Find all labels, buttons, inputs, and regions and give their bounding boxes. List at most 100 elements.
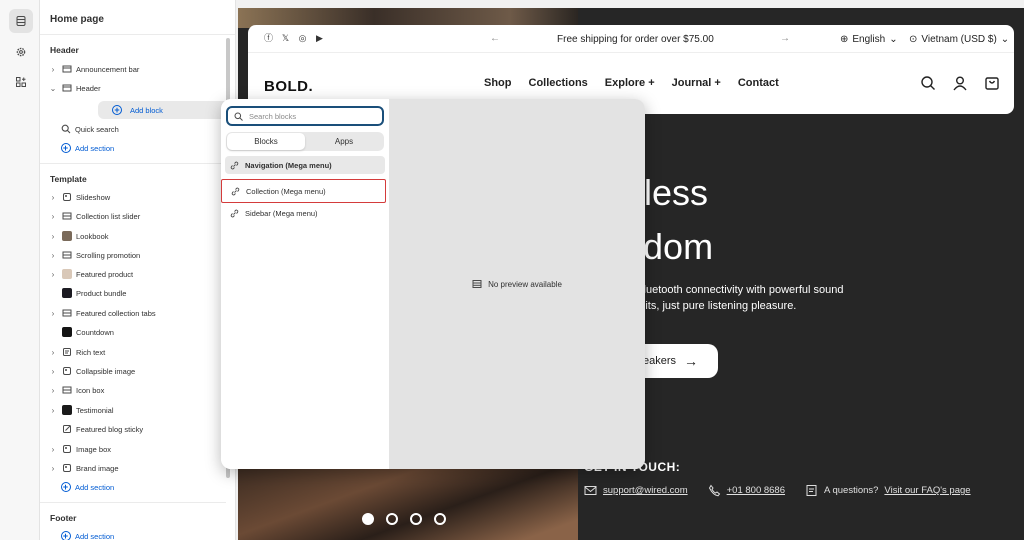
apps-rail-button[interactable] [9,70,33,94]
section-label: Product bundle [76,288,127,298]
settings-rail-button[interactable] [9,40,33,64]
arrow-left-icon[interactable]: ← [490,33,500,44]
menu-item-collections[interactable]: Collections [529,77,588,89]
section-featured-collection-tabs[interactable]: › Featured collection tabs [48,304,224,322]
slide-dot[interactable] [410,513,422,525]
chevron-down-icon: ⌄ [1000,34,1010,45]
section-featured-blog-sticky[interactable]: Featured blog sticky [61,420,235,438]
search-icon [234,112,243,121]
arrow-right-icon[interactable]: → [780,33,790,44]
add-section-footer-button[interactable]: + Add section [60,527,235,540]
sections-sidebar: Home page Header › Announcement bar ⌄ He… [40,0,236,540]
section-product-bundle[interactable]: Product bundle [61,284,235,302]
gear-icon [16,47,26,57]
menu-item-contact[interactable]: Contact [738,77,779,89]
faq-link[interactable]: Visit our FAQ's page [884,485,970,496]
section-rich-text[interactable]: › Rich text [48,343,224,361]
chevron-down-icon: ⌄ [889,34,898,45]
chevron-down-icon[interactable]: ⌄ [48,84,58,93]
add-section-header-button[interactable]: + Add section [60,139,235,157]
chevron-right-icon[interactable]: › [48,193,58,202]
section-lookbook[interactable]: › Lookbook [48,227,224,245]
questions-text: A questions? [824,485,879,496]
slide-dot[interactable] [434,513,446,525]
block-option-label: Navigation (Mega menu) [245,160,332,170]
section-scrolling-promotion[interactable]: › Scrolling promotion [48,246,224,264]
chevron-right-icon[interactable]: › [48,464,58,473]
block-option-collection[interactable]: Collection (Mega menu) [221,179,386,203]
chevron-right-icon[interactable]: › [48,212,58,221]
language-label: English [852,34,886,45]
youtube-icon[interactable]: ▶ [315,34,324,43]
contact-row: support@wired.com +01 800 8686 A questio… [584,484,971,497]
section-slideshow[interactable]: › Slideshow [48,188,224,206]
facebook-icon[interactable]: ⓕ [264,34,273,43]
section-image-box[interactable]: › Image box [48,440,224,458]
x-icon[interactable]: 𝕏 [281,34,290,43]
hero-image [238,466,578,540]
search-blocks-input[interactable] [249,111,369,121]
search-blocks-field[interactable] [226,106,384,126]
phone-icon [708,484,720,497]
section-label: Lookbook [76,231,109,241]
phone-link[interactable]: +01 800 8686 [727,485,785,496]
tab-blocks[interactable]: Blocks [227,133,305,150]
section-testimonial[interactable]: › Testimonial [48,401,224,419]
section-brand-image[interactable]: › Brand image [48,459,224,477]
chevron-right-icon[interactable]: › [48,348,58,357]
add-block-button[interactable]: + Add block [98,101,235,119]
sections-rail-button[interactable] [9,9,33,33]
section-countdown[interactable]: Countdown [61,323,235,341]
instagram-icon[interactable]: ◎ [298,34,307,43]
apps-icon [16,77,26,87]
chevron-right-icon[interactable]: › [48,445,58,454]
section-label: Image box [76,444,112,454]
template-group-label: Template [50,174,87,184]
block-option-sidebar[interactable]: Sidebar (Mega menu) [225,204,385,222]
chevron-right-icon[interactable]: › [48,251,58,260]
add-section-template-button[interactable]: + Add section [60,478,235,496]
chevron-right-icon[interactable]: › [48,309,58,318]
slideshow-icon [61,192,72,203]
section-featured-product[interactable]: › Featured product [48,265,224,283]
store-logo[interactable]: BOLD. [264,78,313,95]
slide-dot[interactable] [362,513,374,525]
chevron-right-icon[interactable]: › [48,367,58,376]
cart-icon[interactable] [984,75,1000,91]
block-option-navigation[interactable]: Navigation (Mega menu) [225,156,385,174]
chevron-right-icon[interactable]: › [48,270,58,279]
block-quick-search[interactable]: Quick search [60,120,214,138]
social-links: ⓕ 𝕏 ◎ ▶ [264,34,324,43]
section-label: Scrolling promotion [76,250,141,260]
section-collection-list-slider[interactable]: › Collection list slider [48,207,224,225]
chevron-right-icon[interactable]: › [48,386,58,395]
chevron-right-icon[interactable]: › [48,232,58,241]
featured-product-thumbnail [61,269,72,280]
section-header[interactable]: ⌄ Header [48,79,224,97]
link-icon [231,187,240,195]
document-icon [806,485,817,496]
account-icon[interactable] [952,75,968,91]
slide-dot[interactable] [386,513,398,525]
header-actions [920,75,1000,91]
chevron-right-icon[interactable]: › [48,406,58,415]
section-announcement-bar[interactable]: › Announcement bar [48,60,224,78]
block-list-panel: Blocks Apps Navigation (Mega menu) Colle… [221,99,389,469]
announcement-icon [61,64,72,75]
chevron-right-icon[interactable]: › [48,65,58,74]
add-section-label: Add section [75,482,115,492]
header-group-label: Header [50,45,79,55]
product-bundle-thumbnail [61,288,72,299]
section-icon-box[interactable]: › Icon box [48,381,224,399]
language-selector[interactable]: ⊕ English ⌄ [840,34,898,45]
section-label: Slideshow [76,192,111,202]
email-link[interactable]: support@wired.com [603,485,688,496]
search-icon[interactable] [920,75,936,91]
currency-selector[interactable]: ⊙ Vietnam (USD $) ⌄ [909,34,1009,45]
plus-circle-icon: + [60,531,71,540]
menu-item-journal[interactable]: Journal + [672,77,721,89]
menu-item-shop[interactable]: Shop [484,77,512,89]
menu-item-explore[interactable]: Explore + [605,77,655,89]
tab-apps[interactable]: Apps [305,133,383,150]
section-collapsible-image[interactable]: › Collapsible image [48,362,224,380]
